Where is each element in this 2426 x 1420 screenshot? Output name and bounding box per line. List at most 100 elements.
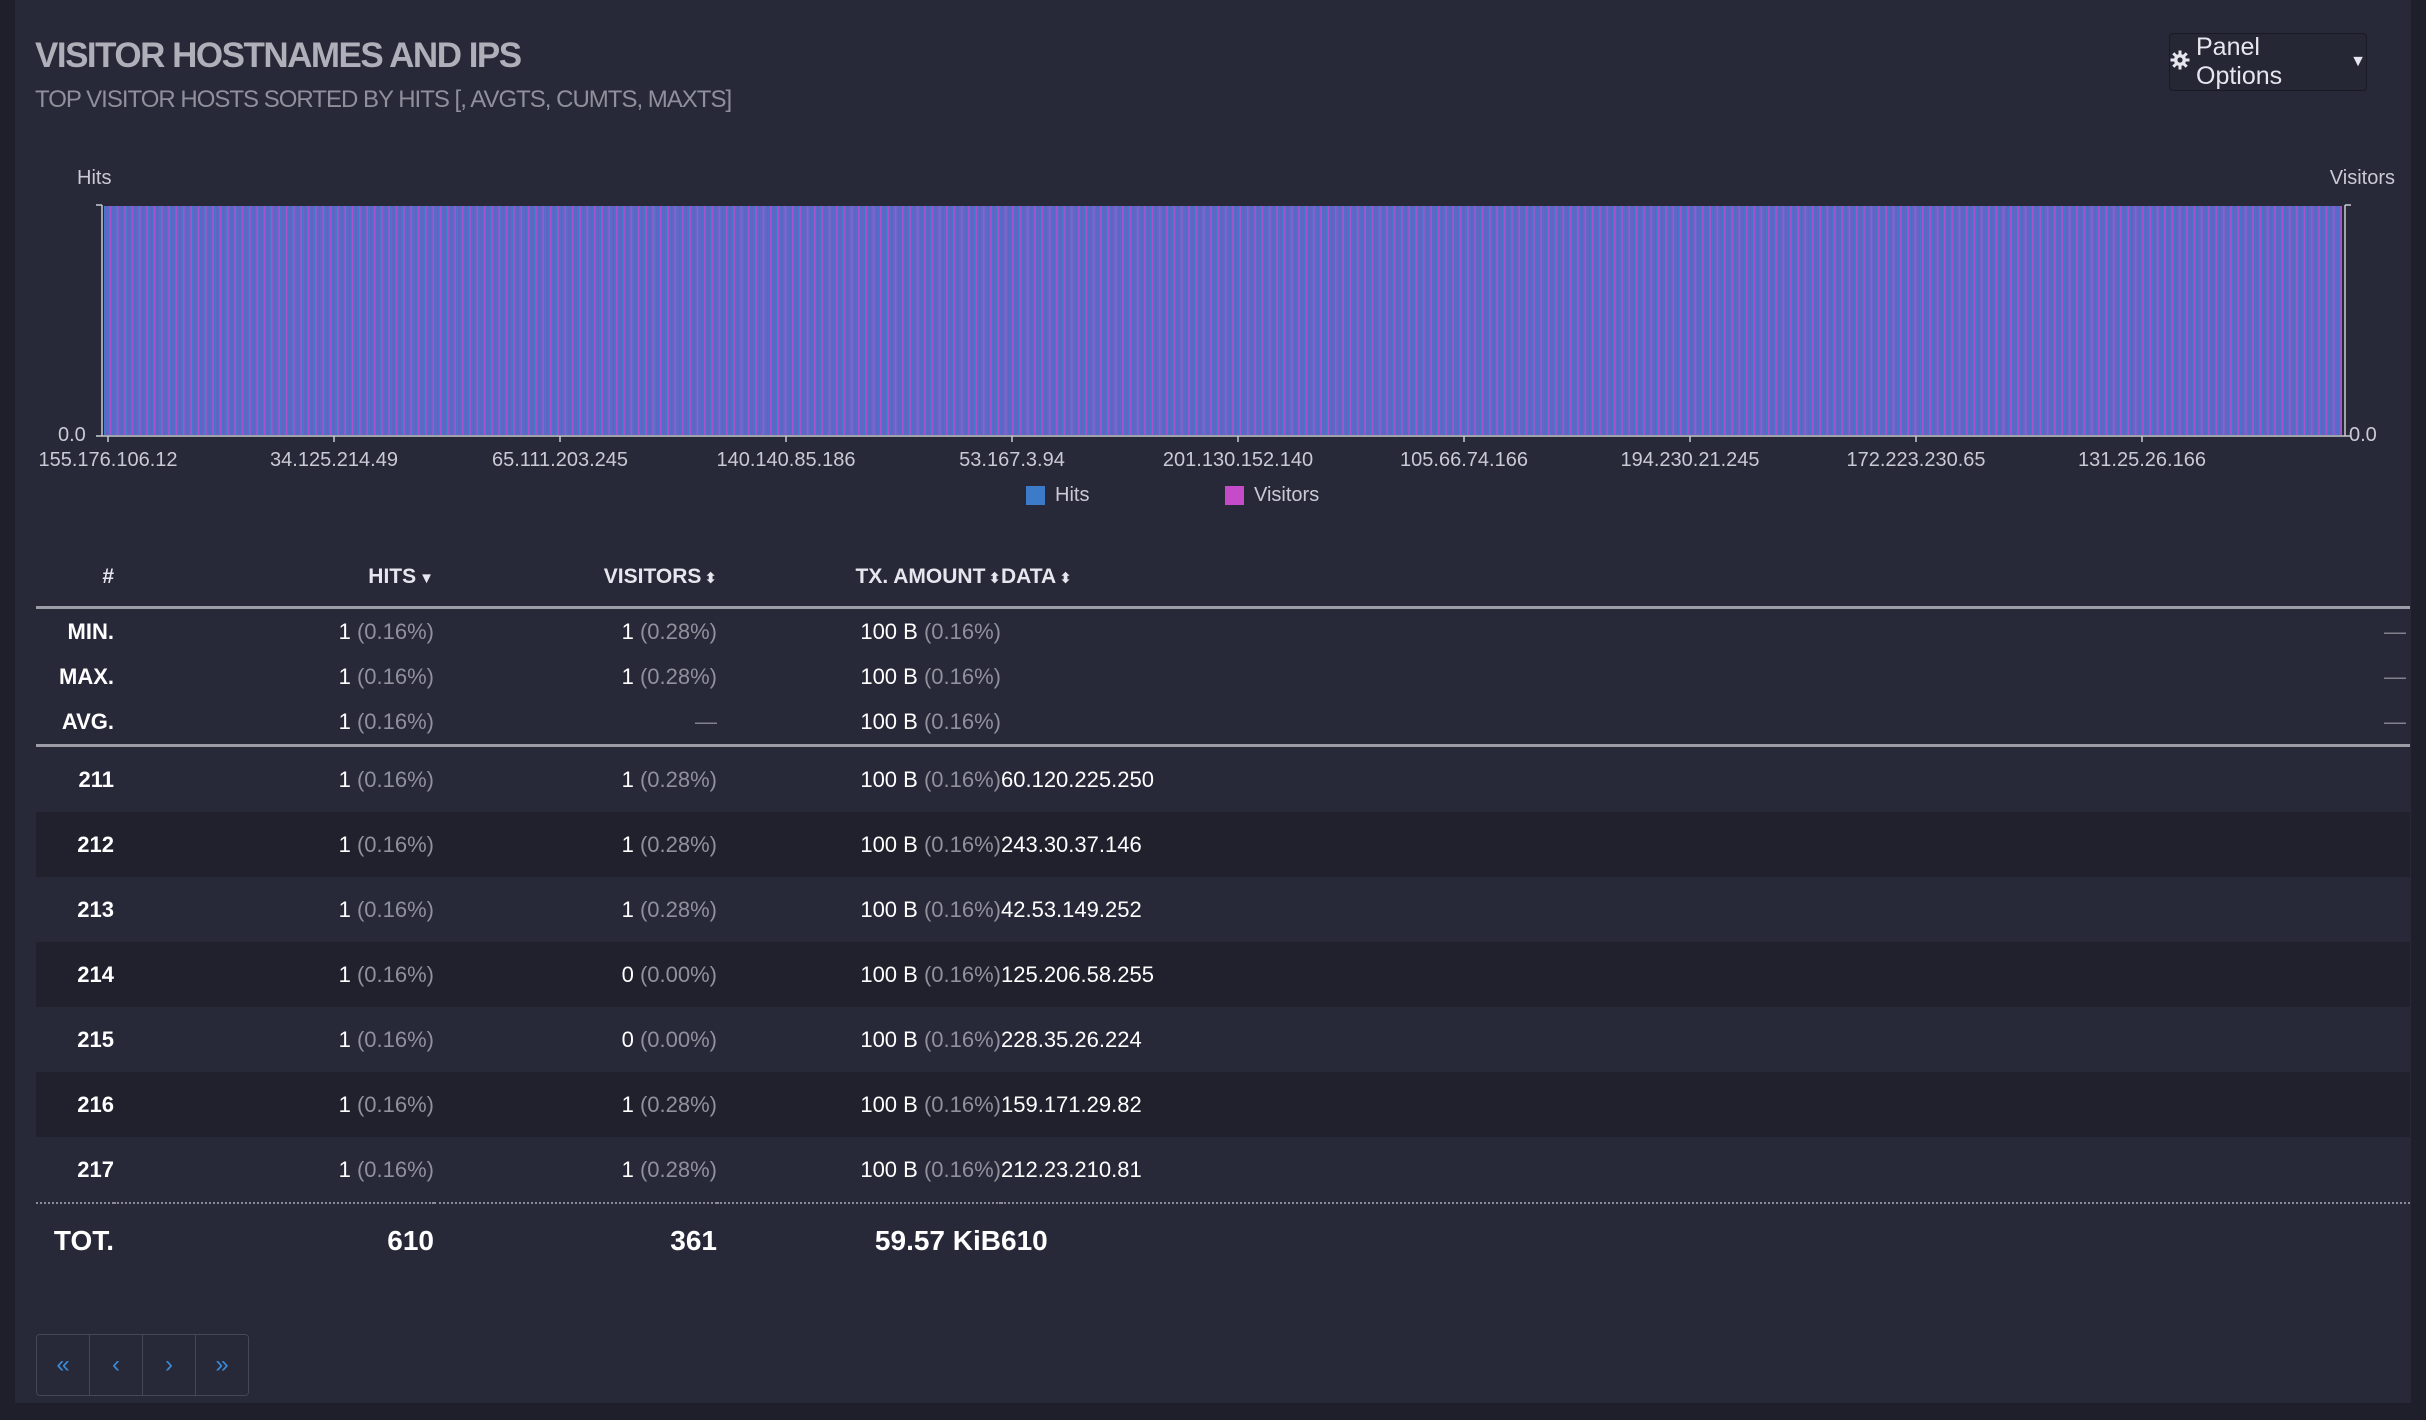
x-axis-tick-label: 172.223.230.65 bbox=[1846, 449, 1986, 471]
chart-bar-hits bbox=[1465, 206, 1467, 435]
chart-bar-hits bbox=[1417, 206, 1420, 435]
chart-bar-visitors bbox=[718, 206, 721, 435]
chart-bar-visitors bbox=[1665, 206, 1667, 435]
chart-bar-hits bbox=[1245, 206, 1247, 435]
chart-bar-hits bbox=[1065, 206, 1068, 435]
chart-bar-hits bbox=[2121, 206, 2124, 435]
chart-bar-hits bbox=[507, 206, 510, 435]
chart-bar-hits bbox=[2242, 206, 2245, 435]
chart-bar-hits bbox=[243, 206, 246, 435]
first-page-button[interactable]: « bbox=[37, 1335, 90, 1395]
chart-bar-visitors bbox=[381, 206, 383, 435]
chart-bar-hits bbox=[107, 206, 110, 435]
chart-bar-visitors bbox=[615, 206, 618, 435]
legend-item-visitors[interactable]: Visitors bbox=[1225, 484, 1319, 507]
chart-bar-hits bbox=[1333, 206, 1335, 435]
chart-bar-visitors bbox=[2031, 206, 2034, 435]
table-row[interactable]: 214 1 (0.16%) 0 (0.00%) 100 B (0.16%) 12… bbox=[36, 942, 2410, 1007]
chart-bar-visitors bbox=[1026, 206, 1029, 435]
chart-bar-hits bbox=[1736, 206, 1739, 435]
chart-bar-visitors bbox=[1584, 206, 1587, 435]
next-page-button[interactable]: › bbox=[143, 1335, 196, 1395]
chart-bar-visitors bbox=[755, 206, 758, 435]
table-row[interactable]: 217 1 (0.16%) 1 (0.28%) 100 B (0.16%) 21… bbox=[36, 1137, 2410, 1203]
chart-bar-visitors bbox=[1723, 206, 1726, 435]
chart-bar-visitors bbox=[1929, 206, 1932, 435]
chart-bar-hits bbox=[1223, 206, 1225, 435]
chart-bar-visitors bbox=[608, 206, 611, 435]
table-row[interactable]: 213 1 (0.16%) 1 (0.28%) 100 B (0.16%) 42… bbox=[36, 877, 2410, 942]
chart-bar-hits bbox=[217, 206, 220, 435]
tx-percent: (0.16%) bbox=[923, 708, 1001, 734]
chart-bar-hits bbox=[544, 206, 547, 435]
chart-bar-hits bbox=[2312, 206, 2315, 435]
chart-bar-visitors bbox=[1965, 206, 1968, 435]
chart-bar-hits bbox=[1630, 206, 1633, 435]
chart-bar-visitors bbox=[857, 206, 860, 435]
hits-percent: (0.16%) bbox=[356, 1026, 434, 1052]
column-header-hits[interactable]: HITS ▼ bbox=[114, 548, 434, 608]
chart-bar-hits bbox=[661, 206, 664, 435]
chart-bar-hits bbox=[151, 206, 154, 435]
chart-bar-hits bbox=[1167, 206, 1170, 435]
chart-bar-hits bbox=[426, 206, 429, 435]
chart-bar-hits bbox=[1256, 206, 1258, 435]
chart-bar-hits bbox=[1428, 206, 1431, 435]
chart-bar-visitors bbox=[879, 206, 882, 435]
chart-bar-visitors bbox=[212, 206, 215, 435]
chart-bar-hits bbox=[1252, 206, 1255, 435]
chart-bar-hits bbox=[1850, 206, 1853, 435]
chart-bar-visitors bbox=[1753, 206, 1755, 435]
chart-bar-hits bbox=[2044, 206, 2047, 435]
chart-bar-hits bbox=[569, 206, 572, 435]
chart-bar-visitors bbox=[1885, 206, 1888, 435]
chart-bar-visitors bbox=[1349, 206, 1352, 435]
chart-bar-hits bbox=[2283, 206, 2286, 435]
chart-bar-hits bbox=[181, 206, 183, 435]
chart-bar-hits bbox=[2169, 206, 2172, 435]
column-header-visitors[interactable]: VISITORS ⬍ bbox=[434, 548, 717, 608]
chart-bar-hits bbox=[1197, 206, 1200, 435]
chart-bar-visitors bbox=[329, 206, 332, 435]
chart-bar-hits bbox=[1740, 206, 1743, 435]
table-row[interactable]: 212 1 (0.16%) 1 (0.28%) 100 B (0.16%) 24… bbox=[36, 812, 2410, 877]
legend-item-hits[interactable]: Hits bbox=[1026, 484, 1089, 507]
chart-bar-visitors bbox=[1973, 206, 1976, 435]
tx-value: 100 B bbox=[860, 708, 918, 734]
chart-bar-visitors bbox=[351, 206, 354, 435]
chart-bar-visitors bbox=[1444, 206, 1447, 435]
chart-bar-visitors bbox=[2134, 206, 2137, 435]
column-header-data[interactable]: DATA ⬍ bbox=[1001, 548, 2410, 608]
chart-bar-hits bbox=[1589, 206, 1592, 435]
chart-bar-hits bbox=[159, 206, 161, 435]
previous-page-button[interactable]: ‹ bbox=[90, 1335, 143, 1395]
chart-bar-visitors bbox=[960, 206, 963, 435]
chart-bar-hits bbox=[434, 206, 437, 435]
chart-bar-hits bbox=[1285, 206, 1288, 435]
chart-bar-hits bbox=[1061, 206, 1064, 435]
table-row[interactable]: 215 1 (0.16%) 0 (0.00%) 100 B (0.16%) 22… bbox=[36, 1007, 2410, 1072]
chart-bar-hits bbox=[1388, 206, 1390, 435]
chart-bar-hits bbox=[1520, 206, 1523, 435]
column-header-tx-amount[interactable]: TX. AMOUNT ⬍ bbox=[717, 548, 1001, 608]
chart-bar-visitors bbox=[1342, 206, 1345, 435]
chart-bar-hits bbox=[1424, 206, 1427, 435]
last-page-button[interactable]: » bbox=[196, 1335, 248, 1395]
table-row[interactable]: 211 1 (0.16%) 1 (0.28%) 100 B (0.16%) 60… bbox=[36, 746, 2410, 813]
hits-percent: (0.16%) bbox=[356, 831, 434, 857]
chart-bar-visitors bbox=[850, 206, 853, 435]
chart-bar-hits bbox=[815, 206, 818, 435]
chart-bar-visitors bbox=[1210, 206, 1212, 435]
total-label: TOT. bbox=[53, 1225, 114, 1256]
chart-bar-visitors bbox=[513, 206, 515, 435]
table-row[interactable]: 216 1 (0.16%) 1 (0.28%) 100 B (0.16%) 15… bbox=[36, 1072, 2410, 1137]
chart-bar-hits bbox=[280, 206, 282, 435]
chart-bar-hits bbox=[1461, 206, 1464, 435]
chart-bar-hits bbox=[1788, 206, 1790, 435]
chart-bar-hits bbox=[933, 206, 935, 435]
chart-bar-visitors bbox=[2046, 206, 2049, 435]
chart-bar-hits bbox=[430, 206, 433, 435]
chart-bar-hits bbox=[1714, 206, 1717, 435]
chart-bar-hits bbox=[184, 206, 187, 435]
chart-bar-hits bbox=[2099, 206, 2102, 435]
